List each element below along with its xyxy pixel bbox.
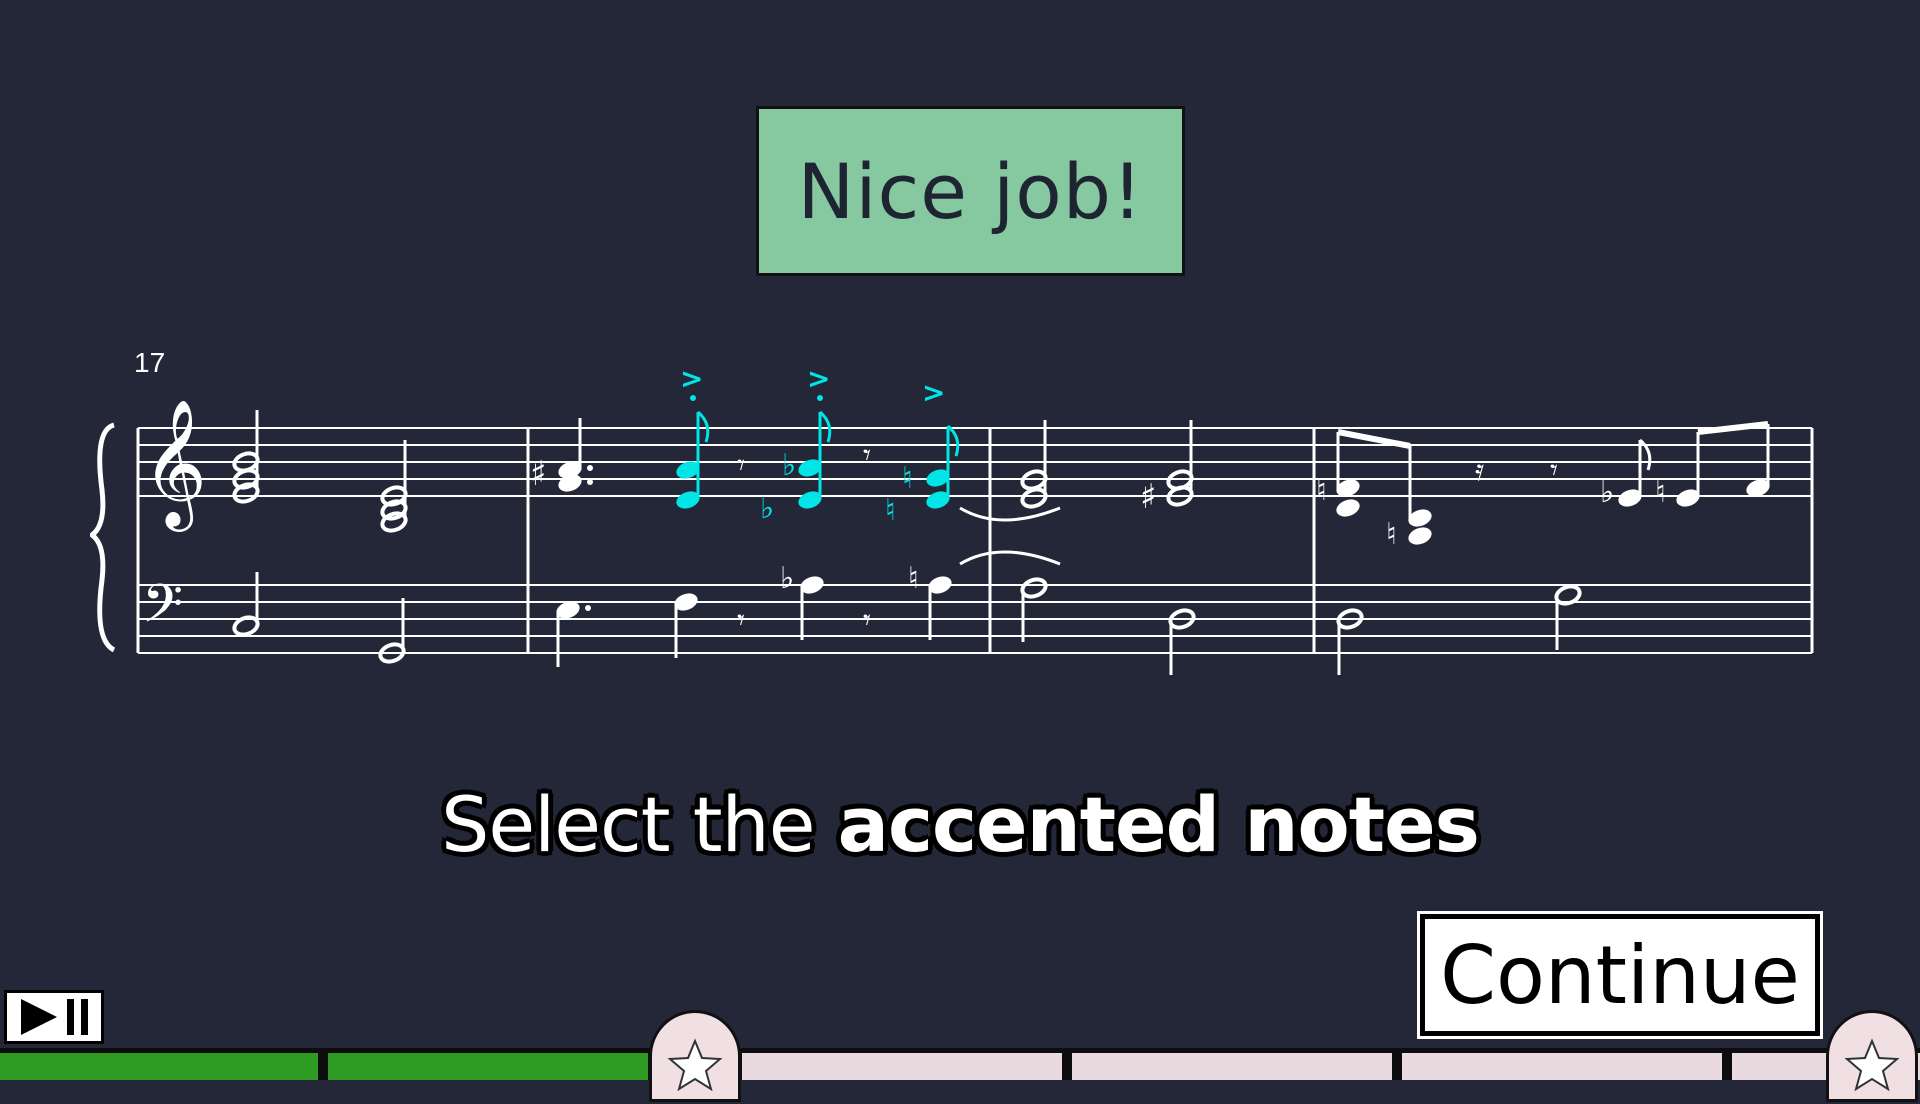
svg-text:>: > xyxy=(807,362,830,395)
milestone-star-1 xyxy=(649,1010,741,1102)
continue-button[interactable]: Continue xyxy=(1420,914,1820,1036)
prompt-prefix: Select the xyxy=(441,780,815,869)
milestone-star-2 xyxy=(1826,1010,1918,1102)
progress-segment-completed xyxy=(328,1053,648,1080)
bass-clef: 𝄢 xyxy=(142,574,183,648)
progress-segment-remaining xyxy=(742,1053,1062,1080)
svg-text:♯: ♯ xyxy=(1140,477,1156,517)
svg-text:𝄾: 𝄾 xyxy=(737,448,745,483)
svg-text:>: > xyxy=(922,376,945,409)
progress-bar xyxy=(0,1048,1920,1080)
feedback-banner: Nice job! xyxy=(756,106,1185,276)
progress-segment-completed xyxy=(0,1053,318,1080)
svg-text:♮: ♮ xyxy=(885,493,896,528)
measure-number: 17 xyxy=(134,347,165,378)
svg-text:>: > xyxy=(680,362,703,395)
feedback-text: Nice job! xyxy=(797,146,1144,236)
measure-1 xyxy=(229,410,411,667)
star-icon xyxy=(1844,1038,1900,1092)
prompt-emphasis: accented notes xyxy=(837,780,1480,869)
svg-text:♯: ♯ xyxy=(530,454,546,494)
star-icon xyxy=(667,1038,723,1092)
accented-chord[interactable]: > xyxy=(673,362,710,512)
instruction-prompt: Select the accented notes xyxy=(0,780,1920,869)
progress-segment-remaining xyxy=(1072,1053,1392,1080)
svg-text:♮: ♮ xyxy=(1316,473,1327,508)
svg-text:♮: ♮ xyxy=(902,461,913,496)
svg-text:𝄾: 𝄾 xyxy=(863,438,871,473)
svg-text:𝄿: 𝄿 xyxy=(1475,453,1484,488)
play-pause-icon xyxy=(21,999,88,1035)
score-svg: 17 𝄞 𝄢 ♯ > 𝄾 > ♭ ♭ 𝄾 > ♮ ♮ 𝄾 ♭ 𝄾 ♮ ♯ ♮ ♮… xyxy=(87,347,1814,675)
svg-text:𝄾: 𝄾 xyxy=(863,603,871,638)
music-score: 17 𝄞 𝄢 ♯ > 𝄾 > ♭ ♭ 𝄾 > ♮ ♮ 𝄾 ♭ 𝄾 ♮ ♯ ♮ ♮… xyxy=(87,340,1830,680)
svg-text:♭: ♭ xyxy=(1600,475,1614,510)
svg-text:♭: ♭ xyxy=(780,561,794,596)
svg-text:♭: ♭ xyxy=(782,448,796,483)
brace xyxy=(87,422,116,653)
svg-text:𝄾: 𝄾 xyxy=(737,603,745,638)
play-pause-button[interactable] xyxy=(4,990,104,1044)
bass-staff xyxy=(138,584,1812,654)
treble-clef: 𝄞 xyxy=(142,398,207,532)
progress-segment-remaining xyxy=(1402,1053,1722,1080)
svg-text:𝄾: 𝄾 xyxy=(1550,453,1558,488)
svg-text:♮: ♮ xyxy=(1386,517,1397,552)
accented-chord[interactable]: > ♮ ♮ xyxy=(885,376,960,528)
treble-staff xyxy=(138,427,1812,497)
measure-2: ♯ > 𝄾 > ♭ ♭ 𝄾 > ♮ ♮ 𝄾 ♭ 𝄾 ♮ xyxy=(530,362,1061,667)
svg-text:♭: ♭ xyxy=(760,491,774,526)
svg-text:♮: ♮ xyxy=(1655,475,1666,510)
svg-text:♮: ♮ xyxy=(908,561,919,596)
